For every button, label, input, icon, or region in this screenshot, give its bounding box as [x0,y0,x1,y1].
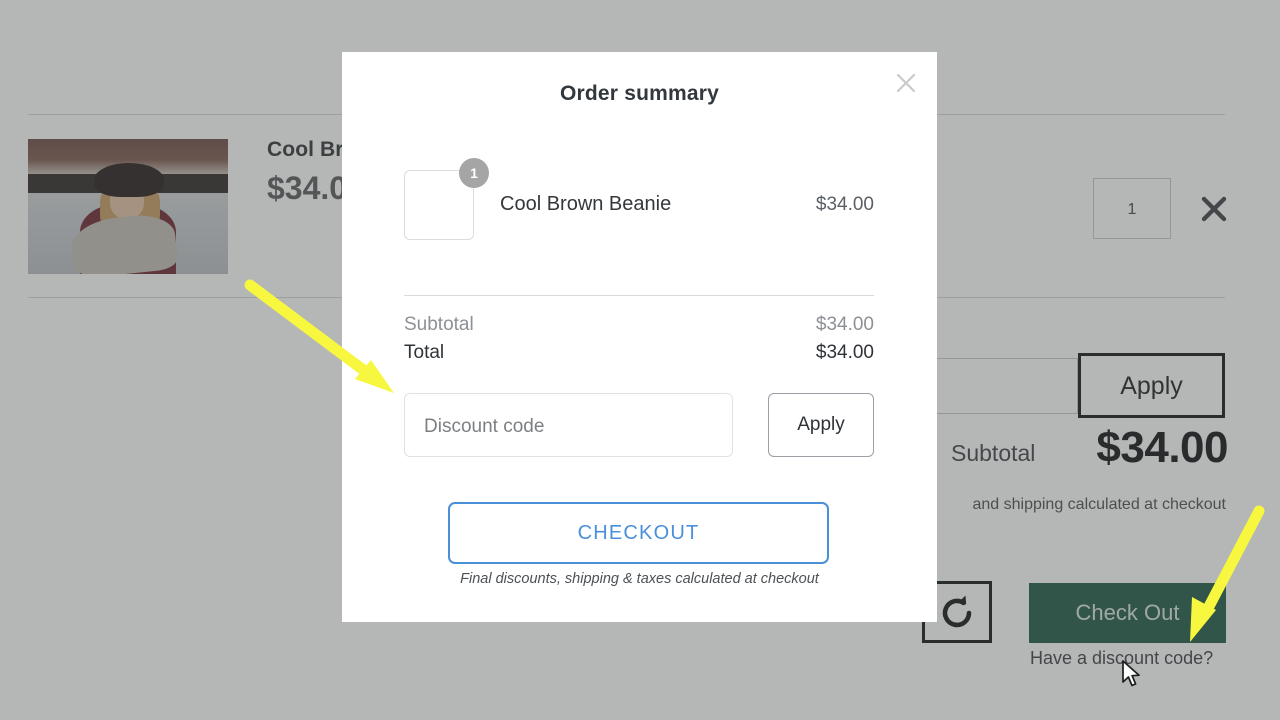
modal-total-row: Total $34.00 [404,342,874,368]
modal-title: Order summary [342,82,937,106]
modal-subtotal-row: Subtotal $34.00 [404,314,874,340]
modal-total-value: $34.00 [816,342,874,364]
modal-total-label: Total [404,342,444,364]
checkout-button[interactable]: CHECKOUT [448,502,829,564]
line-item-quantity-badge: 1 [459,158,489,188]
close-icon[interactable] [889,66,923,100]
apply-discount-button[interactable]: Apply [768,393,874,457]
mouse-pointer-arrow [1121,660,1143,690]
discount-code-placeholder: Discount code [424,416,544,438]
discount-code-input[interactable]: Discount code [404,393,733,457]
modal-subtotal-label: Subtotal [404,314,474,336]
order-line-item: 1 Cool Brown Beanie $34.00 [404,162,874,252]
checkout-disclaimer-note: Final discounts, shipping & taxes calcul… [342,571,937,587]
screenshot-root: Cool Brown Beanie $34.00 1 n Apply Subto… [0,0,1280,720]
modal-divider [404,295,874,296]
line-item-name: Cool Brown Beanie [500,193,671,216]
modal-subtotal-value: $34.00 [816,314,874,336]
order-summary-modal: Order summary 1 Cool Brown Beanie $34.00… [342,52,937,622]
line-item-price: $34.00 [816,194,874,216]
